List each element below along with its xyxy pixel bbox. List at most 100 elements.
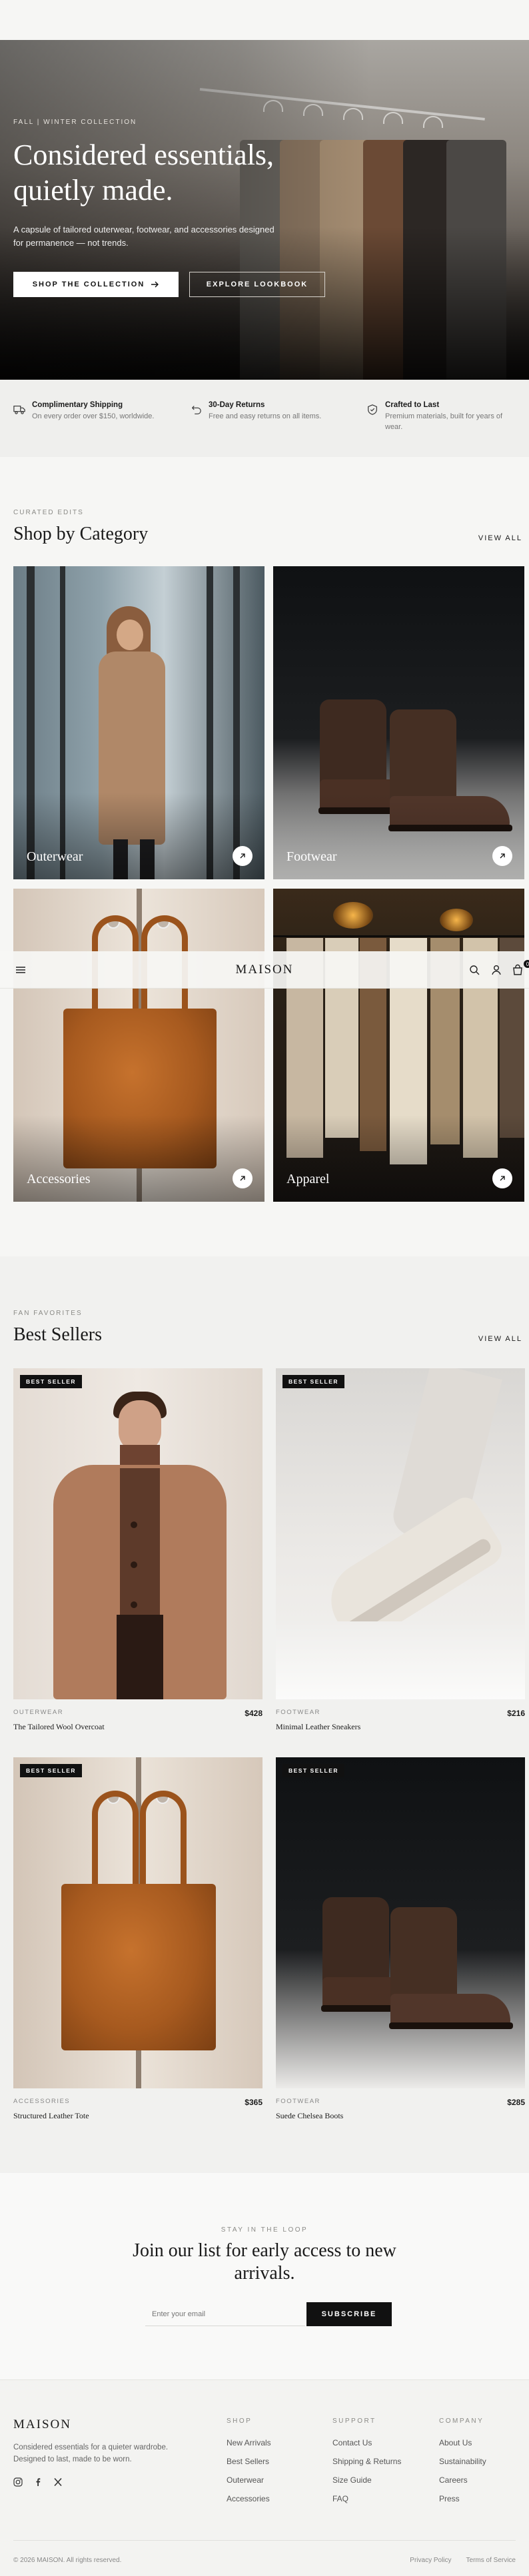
footer-link[interactable]: Sustainability bbox=[439, 2457, 486, 2466]
footer-link[interactable]: FAQ bbox=[332, 2494, 401, 2503]
feature-text: On every order over $150, worldwide. bbox=[32, 412, 155, 420]
truck-icon bbox=[13, 406, 25, 414]
best-seller-badge: BEST SELLER bbox=[282, 1764, 345, 1777]
hero-subtitle: A capsule of tailored outerwear, footwea… bbox=[13, 224, 274, 248]
footer-link[interactable]: Press bbox=[439, 2494, 486, 2503]
product-category: ACCESSORIES bbox=[13, 2098, 71, 2105]
footer-column-title: COMPANY bbox=[439, 2417, 484, 2425]
section-title: Best Sellers bbox=[13, 1324, 102, 1345]
footer-link[interactable]: Best Sellers bbox=[227, 2457, 271, 2466]
product-image[interactable]: BEST SELLER bbox=[276, 1368, 525, 1699]
feature-text: Premium materials, built for years of we… bbox=[385, 412, 503, 431]
privacy-policy-link[interactable]: Privacy Policy bbox=[410, 2557, 451, 2564]
arrow-up-right-icon[interactable] bbox=[492, 1168, 512, 1188]
footer-brand[interactable]: MAISON bbox=[13, 2417, 71, 2432]
email-input[interactable] bbox=[145, 2302, 305, 2326]
footer-bottom-bar: © 2026 MAISON. All rights reserved. Priv… bbox=[13, 2550, 516, 2570]
product-image[interactable]: BEST SELLER bbox=[13, 1368, 263, 1699]
category-label: Footwear bbox=[286, 849, 337, 864]
newsletter-section: STAY IN THE LOOP Join our list for early… bbox=[0, 2173, 529, 2379]
copyright: © 2026 MAISON. All rights reserved. bbox=[13, 2556, 122, 2564]
footer-divider bbox=[13, 2540, 516, 2541]
arrow-up-right-icon[interactable] bbox=[492, 846, 512, 866]
arrow-up-right-icon[interactable] bbox=[233, 1168, 253, 1188]
best-seller-badge: BEST SELLER bbox=[20, 1375, 83, 1388]
footer-link[interactable]: About Us bbox=[439, 2438, 486, 2447]
section-eyebrow: FAN FAVORITES bbox=[13, 1310, 83, 1317]
footer-link[interactable]: New Arrivals bbox=[227, 2438, 271, 2447]
category-card-footwear[interactable]: Footwear bbox=[273, 566, 524, 879]
footer-column-shop: SHOP New Arrivals Best Sellers Outerwear… bbox=[227, 2417, 271, 2513]
footer-tagline: Considered essentials for a quieter ward… bbox=[13, 2443, 169, 2463]
subscribe-button[interactable]: SUBSCRIBE bbox=[306, 2302, 392, 2326]
feature-returns: 30-Day Returns Free and easy returns on … bbox=[190, 401, 335, 422]
product-card[interactable]: BEST SELLER FOOTWEAR $285 Suede Chelsea B… bbox=[276, 1757, 525, 2121]
product-name[interactable]: Structured Leather Tote bbox=[13, 2111, 263, 2121]
hero-title-line-1: Considered essentials, bbox=[13, 139, 274, 171]
site-header: MAISON 0 bbox=[0, 951, 529, 989]
newsletter-eyebrow: STAY IN THE LOOP bbox=[221, 2226, 308, 2234]
facebook-icon[interactable] bbox=[33, 2477, 43, 2487]
feature-title: 30-Day Returns bbox=[209, 401, 265, 409]
product-card[interactable]: BEST SELLER FOOTWEAR $216 Minimal Leather… bbox=[276, 1368, 525, 1732]
instagram-icon[interactable] bbox=[13, 2477, 23, 2487]
feature-title: Crafted to Last bbox=[385, 401, 440, 409]
footer-column-title: SHOP bbox=[227, 2417, 253, 2425]
product-image[interactable]: BEST SELLER bbox=[276, 1757, 525, 2088]
product-price: $285 bbox=[507, 2098, 525, 2107]
category-card-apparel[interactable]: Apparel bbox=[273, 889, 524, 1202]
section-eyebrow: CURATED EDITS bbox=[13, 509, 84, 516]
footer-link[interactable]: Contact Us bbox=[332, 2438, 401, 2447]
terms-of-service-link[interactable]: Terms of Service bbox=[466, 2557, 516, 2564]
arrow-up-right-icon[interactable] bbox=[233, 846, 253, 866]
bestsellers-section: FAN FAVORITES Best Sellers VIEW ALL BEST… bbox=[0, 1256, 529, 2173]
footer-link[interactable]: Size Guide bbox=[332, 2475, 401, 2485]
footer-link[interactable]: Accessories bbox=[227, 2494, 271, 2503]
product-category: OUTERWEAR bbox=[13, 1709, 64, 1716]
hero-title-line-2: quietly made. bbox=[13, 174, 173, 207]
footer-column-company: COMPANY About Us Sustainability Careers … bbox=[439, 2417, 486, 2513]
product-category: FOOTWEAR bbox=[276, 1709, 320, 1716]
product-card[interactable]: BEST SELLER ACCESSORIES $365 Structured L… bbox=[13, 1757, 263, 2121]
best-seller-badge: BEST SELLER bbox=[20, 1764, 83, 1777]
product-image[interactable]: BEST SELLER bbox=[13, 1757, 263, 2088]
explore-lookbook-button[interactable]: EXPLORE LOOKBOOK bbox=[189, 272, 325, 297]
category-section: CURATED EDITS Shop by Category VIEW ALL … bbox=[0, 457, 529, 1256]
view-all-bestsellers-link[interactable]: VIEW ALL bbox=[478, 1335, 522, 1343]
product-price: $216 bbox=[507, 1709, 525, 1718]
best-seller-badge: BEST SELLER bbox=[282, 1375, 345, 1388]
footer-column-support: SUPPORT Contact Us Shipping & Returns Si… bbox=[332, 2417, 401, 2513]
category-card-accessories[interactable]: Accessories bbox=[13, 889, 264, 1202]
feature-crafted: Crafted to Last Premium materials, built… bbox=[366, 401, 518, 432]
section-title: Shop by Category bbox=[13, 524, 149, 544]
arrow-right-icon bbox=[151, 281, 159, 288]
x-icon[interactable] bbox=[53, 2477, 63, 2487]
product-name[interactable]: The Tailored Wool Overcoat bbox=[13, 1722, 263, 1732]
product-name[interactable]: Minimal Leather Sneakers bbox=[276, 1722, 525, 1732]
product-price: $428 bbox=[245, 1709, 263, 1718]
hero-title: Considered essentials, quietly made. bbox=[13, 137, 360, 208]
footer-link[interactable]: Shipping & Returns bbox=[332, 2457, 401, 2466]
product-category: FOOTWEAR bbox=[276, 2098, 320, 2105]
hero-overlay bbox=[0, 40, 529, 380]
category-label: Apparel bbox=[286, 1172, 330, 1186]
return-icon bbox=[192, 406, 201, 414]
category-label: Outerwear bbox=[27, 849, 83, 864]
bag-icon[interactable] bbox=[512, 964, 524, 976]
cart-count-badge: 0 bbox=[524, 960, 529, 968]
product-price: $365 bbox=[245, 2098, 263, 2107]
category-card-outerwear[interactable]: Outerwear bbox=[13, 566, 264, 879]
footer-link[interactable]: Outerwear bbox=[227, 2475, 271, 2485]
footer-link[interactable]: Careers bbox=[439, 2475, 486, 2485]
brand-logo[interactable]: MAISON bbox=[0, 963, 529, 977]
footer-column-title: SUPPORT bbox=[332, 2417, 376, 2425]
product-card[interactable]: BEST SELLER OUTERWEAR $428 The Tailored W… bbox=[13, 1368, 263, 1732]
shop-collection-button[interactable]: SHOP THE COLLECTION bbox=[13, 272, 179, 297]
feature-title: Complimentary Shipping bbox=[32, 401, 123, 409]
feature-text: Free and easy returns on all items. bbox=[209, 412, 322, 420]
product-name[interactable]: Suede Chelsea Boots bbox=[276, 2111, 525, 2121]
hero-banner: FALL | WINTER COLLECTION Considered esse… bbox=[0, 40, 529, 380]
search-icon[interactable] bbox=[468, 964, 480, 976]
view-all-categories-link[interactable]: VIEW ALL bbox=[478, 534, 522, 542]
user-icon[interactable] bbox=[490, 964, 502, 976]
